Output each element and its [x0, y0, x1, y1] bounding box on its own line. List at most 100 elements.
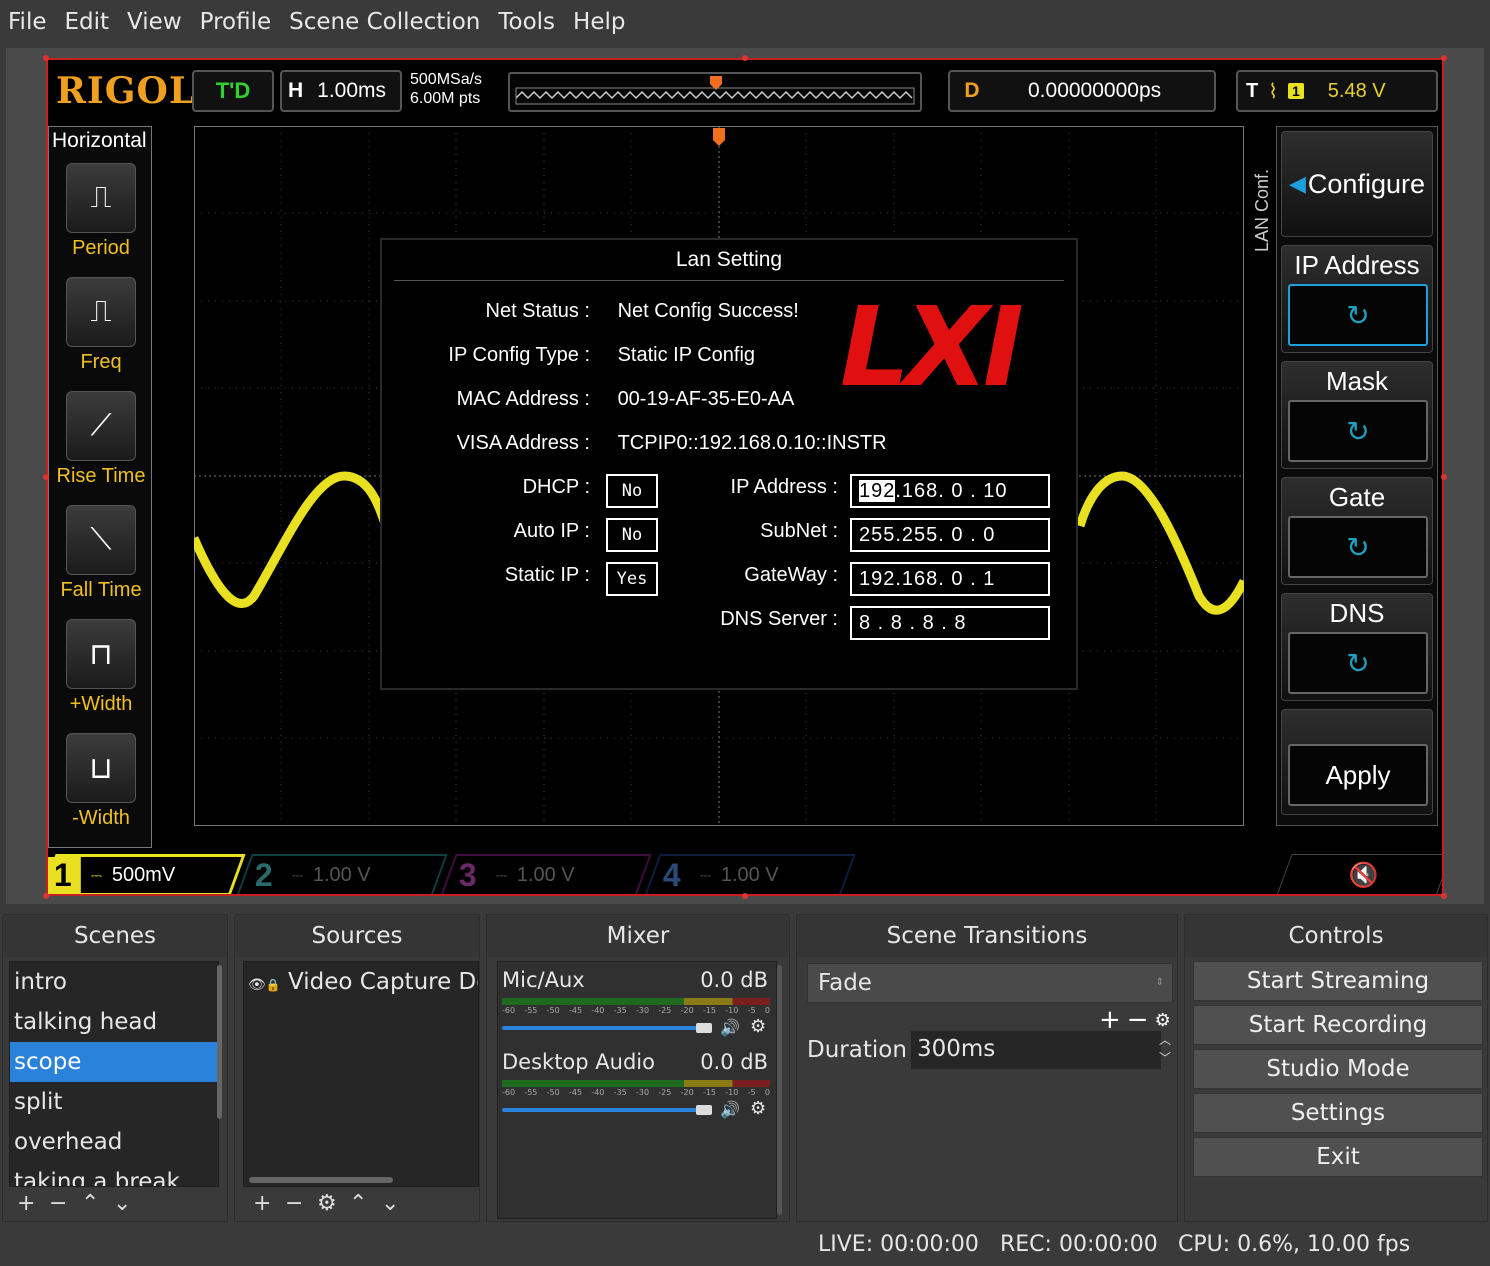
channel-number: 4 — [663, 856, 681, 893]
measure-freq[interactable]: ⎍ Freq — [49, 277, 153, 374]
scene-item[interactable]: taking a break — [10, 1162, 218, 1186]
exit-button[interactable]: Exit — [1193, 1137, 1483, 1177]
source-name: Video Capture De — [288, 969, 479, 995]
gateway-label: GateWay : — [744, 564, 838, 586]
scenes-list[interactable]: intro talking head scope split overhead … — [9, 961, 219, 1187]
channel-2-indicator[interactable]: 2 ⎓ 1.00 V — [236, 854, 448, 894]
scale-tick: -50 — [546, 1088, 560, 1097]
remove-icon[interactable]: − — [285, 1191, 303, 1216]
duration-spinner[interactable]: ︿ ﹀ — [1159, 1031, 1171, 1067]
volume-slider-handle[interactable] — [696, 1105, 712, 1115]
ip-config-type-row: IP Config Type : Static IP Config — [422, 344, 755, 367]
channel1-waveform-left — [194, 471, 389, 608]
menu-profile[interactable]: Profile — [200, 9, 272, 35]
move-down-icon[interactable]: ⌄ — [381, 1191, 399, 1216]
remove-icon[interactable]: − — [49, 1191, 67, 1216]
resize-handle[interactable] — [43, 474, 49, 480]
scope-capture[interactable]: RIGOL T'D H 1.00ms 500MSa/s 6.00M pts D … — [46, 58, 1444, 896]
mute-indicator[interactable]: 🔇 — [1276, 854, 1442, 894]
resize-handle[interactable] — [1441, 55, 1447, 61]
volume-slider-handle[interactable] — [696, 1023, 712, 1033]
menu-file[interactable]: File — [8, 9, 47, 35]
studio-mode-button[interactable]: Studio Mode — [1193, 1049, 1483, 1089]
resize-handle[interactable] — [1441, 474, 1447, 480]
start-streaming-button[interactable]: Start Streaming — [1193, 961, 1483, 1001]
sources-list[interactable]: 👁🔒 Video Capture De — [243, 961, 479, 1187]
lxi-logo: LXI — [840, 283, 1024, 411]
dns-softkey[interactable]: DNS ↻ — [1281, 593, 1433, 701]
ip-address-softkey[interactable]: IP Address ↻ — [1281, 245, 1433, 353]
menu-view[interactable]: View — [127, 9, 182, 35]
configure-softkey[interactable]: ◀ Configure — [1281, 131, 1433, 237]
menu-help[interactable]: Help — [573, 9, 625, 35]
scale-tick: -60 — [502, 1006, 516, 1015]
menu-tools[interactable]: Tools — [498, 9, 555, 35]
gateway-field[interactable]: 192.168. 0 . 1 — [850, 562, 1050, 596]
dns-server-field[interactable]: 8 . 8 . 8 . 8 — [850, 606, 1050, 640]
spin-down-icon[interactable]: ﹀ — [1159, 1049, 1171, 1067]
measure-label: Freq — [80, 351, 122, 373]
measure-label: Fall Time — [60, 579, 142, 601]
resize-handle[interactable] — [742, 55, 748, 61]
scene-item[interactable]: split — [10, 1082, 218, 1122]
menu-edit[interactable]: Edit — [65, 9, 110, 35]
channel-3-indicator[interactable]: 3 ⎓ 1.00 V — [440, 854, 652, 894]
mixer-channel-name: Desktop Audio — [502, 1050, 655, 1074]
lan-setting-dialog: Lan Setting LXI Net Status : Net Config … — [380, 238, 1078, 690]
lock-icon[interactable]: 🔒 — [266, 978, 281, 992]
volume-slider[interactable] — [502, 1108, 712, 1112]
scenes-scrollbar[interactable] — [217, 965, 222, 1119]
spin-up-icon[interactable]: ︿ — [1159, 1031, 1171, 1049]
resize-handle[interactable] — [742, 893, 748, 899]
sources-h-scrollbar[interactable] — [249, 1177, 393, 1183]
speaker-icon[interactable]: 🔊 — [720, 1100, 740, 1119]
channel-4-indicator[interactable]: 4 ⎓ 1.00 V — [644, 854, 856, 894]
move-down-icon[interactable]: ⌄ — [113, 1191, 131, 1216]
start-recording-button[interactable]: Start Recording — [1193, 1005, 1483, 1045]
lan-conf-label: LAN Conf. — [1252, 168, 1272, 252]
dhcp-field[interactable]: No — [606, 474, 658, 508]
static-ip-field[interactable]: Yes — [606, 562, 658, 596]
mixer-scrollbar[interactable] — [777, 965, 782, 1215]
measure-plus-width[interactable]: ⊓ +Width — [49, 619, 153, 716]
scene-item-selected[interactable]: scope — [10, 1042, 218, 1082]
auto-ip-field[interactable]: No — [606, 518, 658, 552]
gear-icon[interactable]: ⚙ — [750, 1016, 766, 1037]
resize-handle[interactable] — [1441, 893, 1447, 899]
menu-scene-collection[interactable]: Scene Collection — [289, 9, 480, 35]
scene-item[interactable]: talking head — [10, 1002, 218, 1042]
scene-item[interactable]: overhead — [10, 1122, 218, 1162]
scene-item[interactable]: intro — [10, 962, 218, 1002]
move-up-icon[interactable]: ⌃ — [349, 1191, 367, 1216]
source-item[interactable]: 👁🔒 Video Capture De — [244, 962, 478, 1002]
transition-select[interactable]: Fade ⇕ — [807, 963, 1173, 1003]
apply-softkey[interactable]: Apply — [1281, 709, 1433, 815]
freq-icon: ⎍ — [66, 277, 136, 347]
overview-wave — [515, 76, 915, 105]
resize-handle[interactable] — [43, 55, 49, 61]
gear-icon[interactable]: ⚙ — [317, 1191, 337, 1216]
subnet-field[interactable]: 255.255. 0 . 0 — [850, 518, 1050, 552]
measure-minus-width[interactable]: ⊔ -Width — [49, 733, 153, 830]
resize-handle[interactable] — [43, 893, 49, 899]
ip-address-field[interactable]: 192.168. 0 . 10 — [850, 474, 1050, 508]
add-icon[interactable]: + — [253, 1191, 271, 1216]
volume-slider[interactable] — [502, 1026, 712, 1030]
gate-softkey-label: Gate — [1328, 482, 1386, 512]
scenes-title: Scenes — [3, 915, 227, 957]
speaker-icon[interactable]: 🔊 — [720, 1018, 740, 1037]
channel-1-indicator[interactable]: 1 ⎓ 500mV — [48, 854, 246, 894]
gear-icon[interactable]: ⚙ — [750, 1098, 766, 1119]
add-icon[interactable]: + — [17, 1191, 35, 1216]
gate-softkey[interactable]: Gate ↻ — [1281, 477, 1433, 585]
mask-softkey[interactable]: Mask ↻ — [1281, 361, 1433, 469]
measure-period[interactable]: ⎍ Period — [49, 163, 153, 260]
visa-address-row: VISA Address : TCPIP0::192.168.0.10::INS… — [422, 432, 887, 455]
eye-icon[interactable]: 👁 — [248, 977, 266, 993]
measure-rise-time[interactable]: ⟋ Rise Time — [49, 391, 153, 488]
transition-select-value: Fade — [818, 970, 872, 996]
move-up-icon[interactable]: ⌃ — [81, 1191, 99, 1216]
duration-input[interactable]: 300ms — [911, 1031, 1161, 1069]
measure-fall-time[interactable]: ⟍ Fall Time — [49, 505, 153, 602]
settings-button[interactable]: Settings — [1193, 1093, 1483, 1133]
